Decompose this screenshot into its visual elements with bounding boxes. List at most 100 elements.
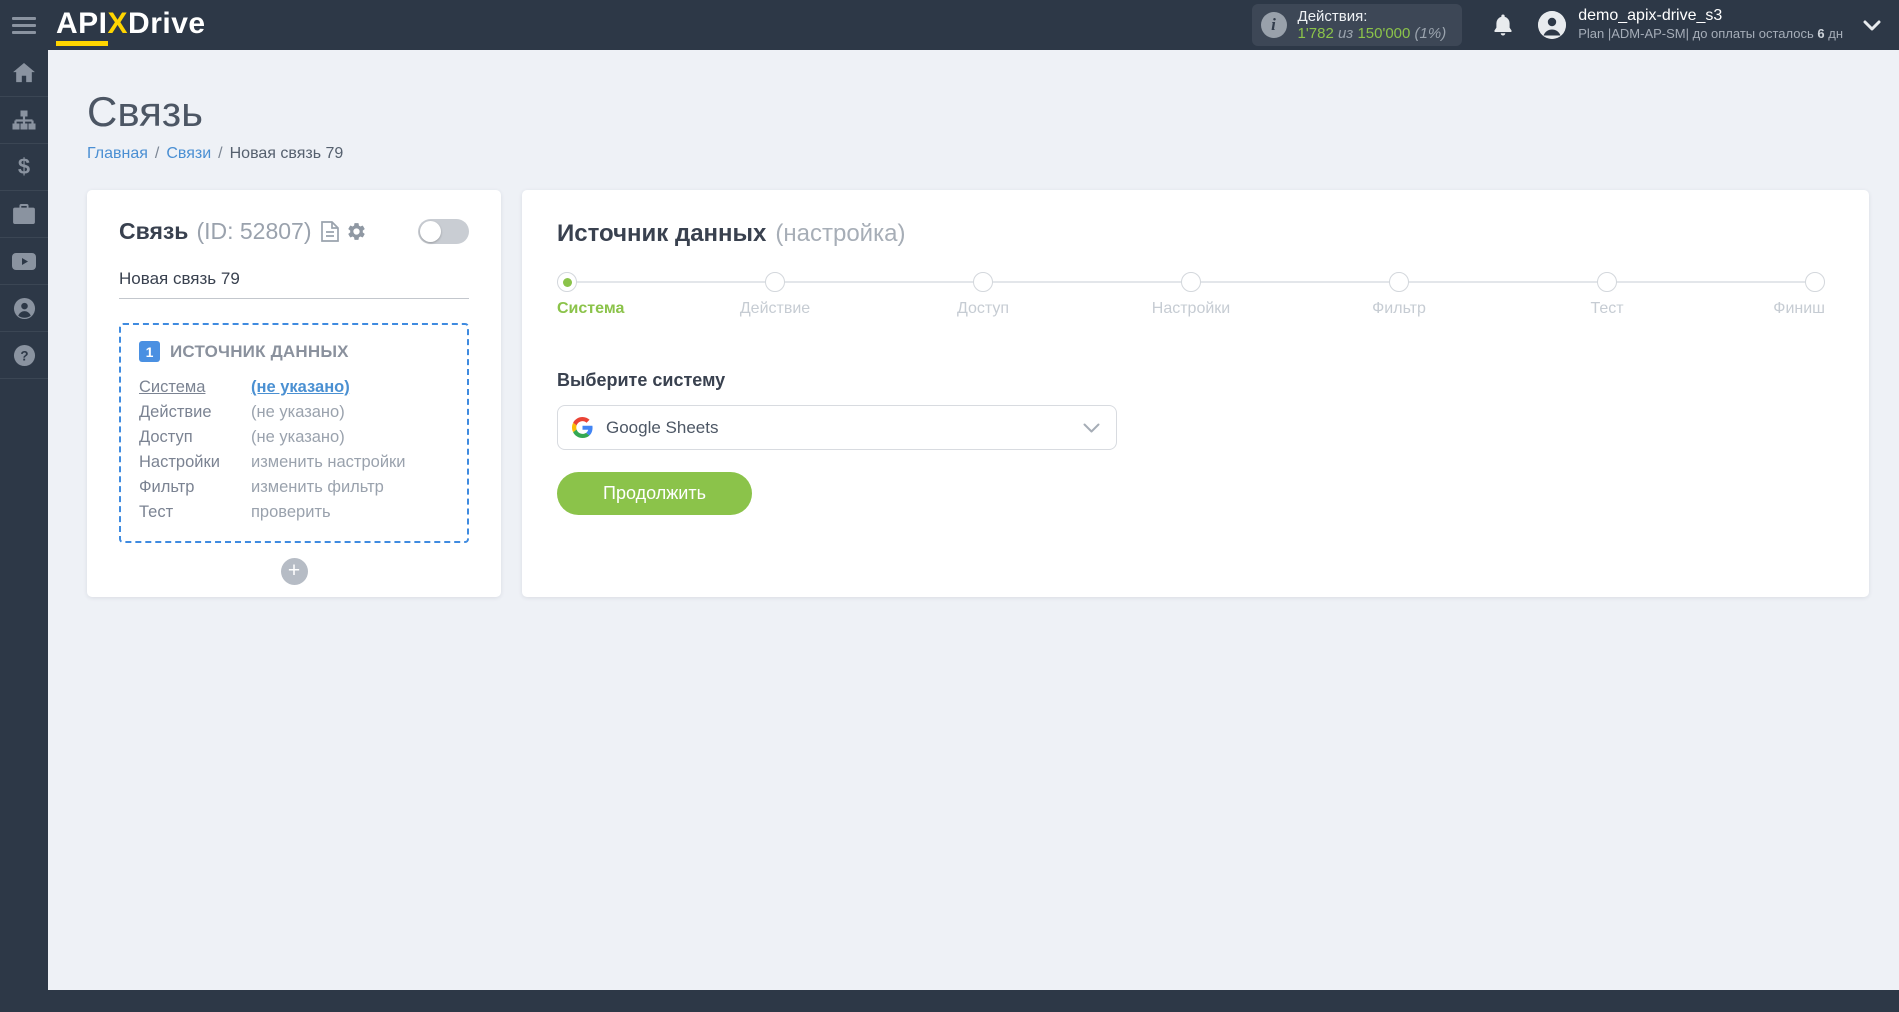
step-label: Доступ [957, 300, 1009, 318]
summary-row-action: Действие (не указано) [139, 400, 449, 425]
step-label: Тест [1590, 300, 1623, 318]
row-label: Фильтр [139, 475, 251, 500]
step-system[interactable]: Система [557, 272, 577, 292]
actions-counter-widget[interactable]: i Действия: 1'782 из 150'000 (1%) [1252, 4, 1463, 46]
structure-icon [12, 109, 36, 131]
actions-used: 1'782 [1298, 25, 1334, 42]
summary-row-system[interactable]: Система (не указано) [139, 375, 449, 400]
user-menu[interactable]: demo_apix-drive_s3 Plan |ADM-AP-SM| до о… [1578, 7, 1843, 43]
info-icon: i [1261, 12, 1287, 38]
connection-card-title: Связь [119, 218, 188, 245]
svg-text:?: ? [20, 348, 28, 363]
step-circle [1597, 272, 1617, 292]
step-filter[interactable]: Фильтр [1389, 272, 1409, 292]
system-select-dropdown[interactable]: Google Sheets [557, 405, 1117, 450]
setup-stepper: Система Действие Доступ Настройки Фильтр… [557, 272, 1825, 324]
user-avatar[interactable] [1538, 11, 1566, 39]
step-label: Действие [740, 300, 810, 318]
summary-row-access: Доступ (не указано) [139, 425, 449, 450]
step-settings[interactable]: Настройки [1181, 272, 1201, 292]
menu-icon[interactable] [0, 0, 48, 50]
user-menu-chevron-icon[interactable] [1863, 20, 1881, 31]
step-test[interactable]: Тест [1597, 272, 1617, 292]
row-label[interactable]: Система [139, 375, 251, 400]
breadcrumb-separator: / [155, 145, 159, 163]
step-circle [1805, 272, 1825, 292]
source-panel-title: Источник данных [557, 220, 766, 248]
data-source-summary-box[interactable]: 1 ИСТОЧНИК ДАННЫХ Система (не указано) Д… [119, 323, 469, 543]
breadcrumb-separator: / [218, 145, 222, 163]
logo-text-x: X [108, 7, 129, 41]
add-step-button[interactable]: + [281, 558, 308, 585]
actions-counts: 1'782 из 150'000 (1%) [1298, 25, 1447, 42]
logo-text-drive: Drive [128, 7, 206, 41]
chevron-down-icon [1083, 423, 1100, 433]
step-label: Фильтр [1372, 300, 1426, 318]
step-finish[interactable]: Финиш [1805, 272, 1825, 292]
user-plan: Plan |ADM-AP-SM| до оплаты осталось 6 дн [1578, 25, 1843, 43]
step-circle [973, 272, 993, 292]
row-label: Тест [139, 500, 251, 525]
row-label: Настройки [139, 450, 251, 475]
main-content: Связь Главная / Связи / Новая связь 79 С… [48, 50, 1899, 990]
footer-bar [0, 990, 1899, 1012]
summary-row-test: Тест проверить [139, 500, 449, 525]
row-value: изменить настройки [251, 450, 449, 475]
sidebar-item-profile[interactable] [0, 285, 48, 332]
sidebar-item-video[interactable] [0, 238, 48, 285]
actions-label: Действия: [1298, 8, 1447, 25]
row-label: Действие [139, 400, 251, 425]
app-logo[interactable]: APIXDrive [56, 7, 206, 43]
row-label: Доступ [139, 425, 251, 450]
actions-total: 150'000 [1357, 25, 1410, 42]
days-left-value: 6 [1817, 26, 1824, 41]
step-action[interactable]: Действие [765, 272, 785, 292]
continue-button[interactable]: Продолжить [557, 472, 752, 515]
help-icon: ? [13, 344, 36, 367]
briefcase-icon [13, 204, 35, 224]
connection-name-input[interactable] [119, 269, 469, 299]
sidebar-item-billing[interactable]: $ [0, 144, 48, 191]
step-circle [1181, 272, 1201, 292]
step-circle [557, 272, 577, 292]
row-value: проверить [251, 500, 449, 525]
breadcrumb-connections-link[interactable]: Связи [166, 145, 211, 163]
selected-system-value: Google Sheets [606, 418, 1083, 438]
gear-icon[interactable] [346, 221, 367, 242]
breadcrumb: Главная / Связи / Новая связь 79 [87, 145, 1869, 163]
source-panel-subtitle: (настройка) [775, 220, 905, 248]
row-value: изменить фильтр [251, 475, 449, 500]
logo-text-api: API [56, 7, 108, 43]
topbar: APIXDrive i Действия: 1'782 из 150'000 (… [0, 0, 1899, 50]
google-icon [572, 417, 593, 438]
step-number-badge: 1 [139, 341, 160, 362]
video-icon [12, 253, 36, 270]
notifications-bell-icon[interactable] [1492, 13, 1514, 37]
row-value: (не указано) [251, 400, 449, 425]
page-title: Связь [87, 88, 1869, 136]
profile-icon [13, 297, 36, 320]
breadcrumb-current: Новая связь 79 [230, 145, 344, 163]
sidebar-item-help[interactable]: ? [0, 332, 48, 379]
sidebar-item-connections[interactable] [0, 97, 48, 144]
row-value: (не указано) [251, 425, 449, 450]
connection-id: (ID: 52807) [196, 218, 311, 245]
step-circle [765, 272, 785, 292]
connection-enable-toggle[interactable] [418, 219, 469, 244]
sidebar-item-services[interactable] [0, 191, 48, 238]
sidebar: $ ? [0, 50, 48, 1012]
home-icon [13, 63, 35, 83]
step-label: Настройки [1152, 300, 1230, 318]
summary-row-filter: Фильтр изменить фильтр [139, 475, 449, 500]
data-source-section-title: ИСТОЧНИК ДАННЫХ [170, 342, 349, 362]
user-name: demo_apix-drive_s3 [1578, 7, 1843, 25]
dollar-icon: $ [18, 156, 30, 178]
sidebar-item-home[interactable] [0, 50, 48, 97]
actions-percent: (1%) [1415, 25, 1447, 42]
breadcrumb-home-link[interactable]: Главная [87, 145, 148, 163]
summary-row-settings: Настройки изменить настройки [139, 450, 449, 475]
step-access[interactable]: Доступ [973, 272, 993, 292]
document-icon[interactable] [321, 221, 339, 242]
row-value[interactable]: (не указано) [251, 375, 449, 400]
source-setup-panel: Источник данных (настройка) Система Дейс… [522, 190, 1869, 597]
